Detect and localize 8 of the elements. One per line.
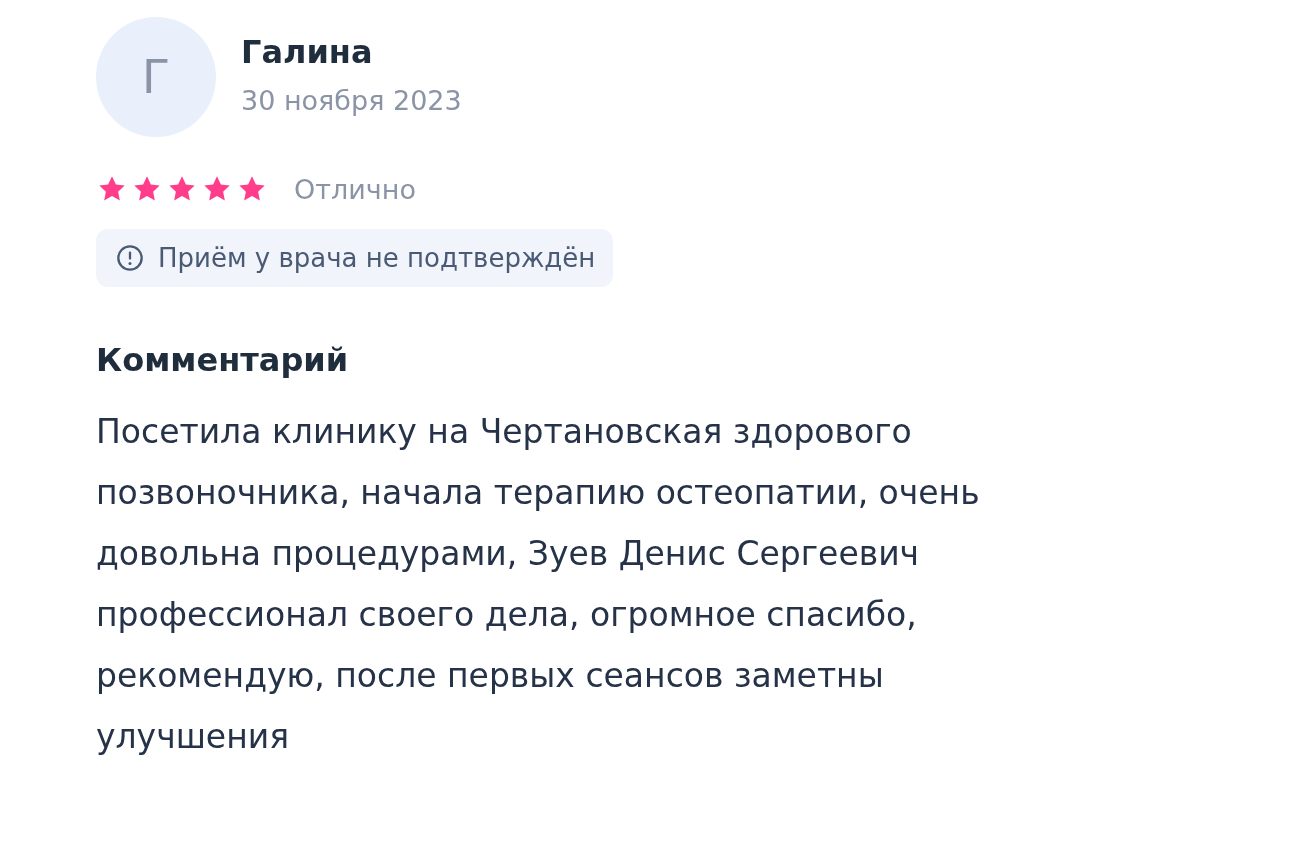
rating-label: Отлично xyxy=(294,173,416,205)
comment-text: Посетила клинику на Чертановская здорового позвоночника, начала терапию остеопатии, очень довольна процедурами, Зуев Денис Сергеевич профессионал своего дела, огромное спасибо, рекомендую, после первых сеансов заметны улучшения xyxy=(96,411,981,758)
review-date: 30 ноября 2023 xyxy=(241,85,462,116)
info-icon xyxy=(116,244,144,272)
comment-heading: Комментарий xyxy=(96,341,350,379)
avatar: Г xyxy=(96,17,216,137)
author-name: Галина xyxy=(241,33,374,71)
notice-text: Приём у врача не подтверждён xyxy=(158,243,596,273)
